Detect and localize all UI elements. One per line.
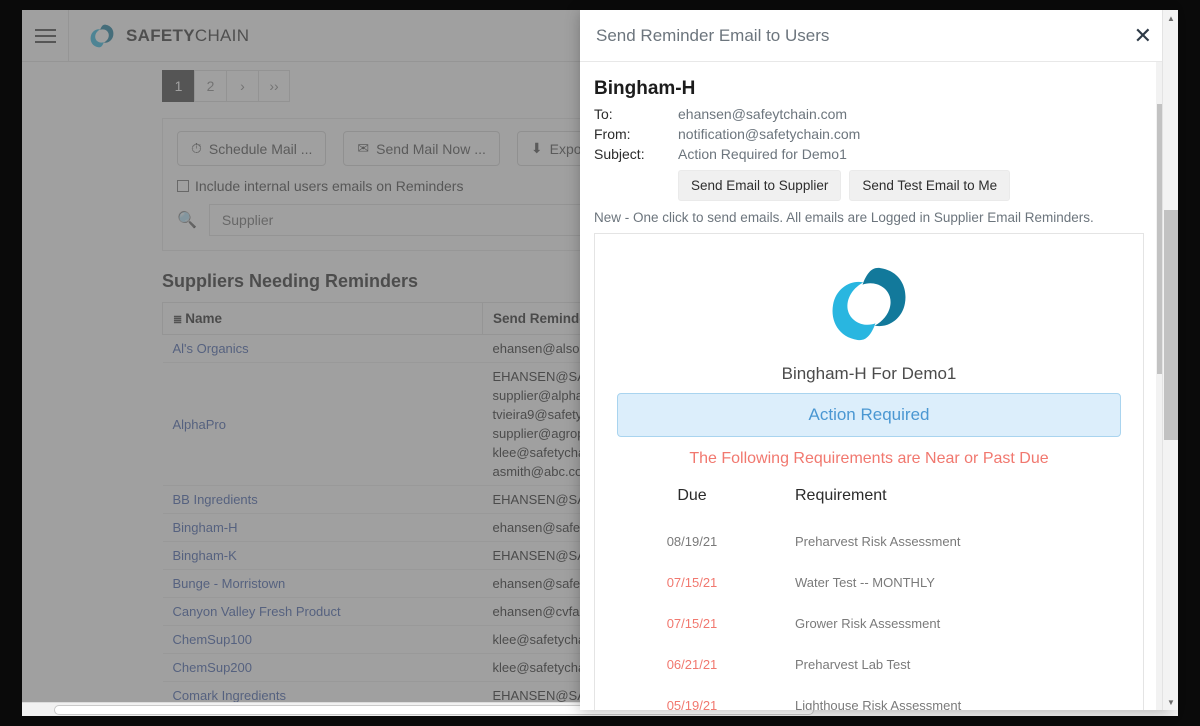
- supplier-name-cell: Canyon Valley Fresh Product: [162, 597, 483, 626]
- close-icon[interactable]: ✕: [1134, 24, 1152, 47]
- requirement-row: 06/21/21 Preharvest Lab Test: [617, 644, 1121, 685]
- brand-logo[interactable]: SAFETYCHAIN: [69, 21, 249, 51]
- requirements-table: Due Requirement 08/19/21 Preharvest Risk …: [617, 486, 1121, 710]
- supplier-name-cell: Bingham-K: [162, 541, 483, 570]
- field-from-label: From:: [594, 126, 631, 142]
- field-subject: Subject: Action Required for Demo1: [594, 146, 1152, 162]
- include-internal-users-checkbox[interactable]: [177, 180, 189, 192]
- safetychain-logo-icon: [90, 24, 114, 47]
- scroll-down-arrow-icon[interactable]: ▼: [1163, 694, 1179, 710]
- requirement-name: Lighthouse Risk Assessment: [795, 698, 962, 710]
- brand-light: CHAIN: [194, 25, 250, 45]
- send-mail-now-label: Send Mail Now ...: [376, 140, 486, 157]
- page-vertical-scrollbar[interactable]: ▲ ▼: [1162, 10, 1178, 710]
- sort-icon: ≣: [173, 314, 183, 326]
- supplier-name-cell: ChemSup200: [162, 653, 483, 682]
- envelope-icon: ✉: [357, 140, 370, 156]
- preview-heading: Bingham-H For Demo1: [781, 364, 957, 383]
- modal-header: Send Reminder Email to Users ✕: [580, 10, 1170, 62]
- supplier-link[interactable]: Canyon Valley Fresh Product: [173, 604, 341, 619]
- requirement-due-date: 07/15/21: [666, 575, 718, 590]
- field-to: To: ehansen@safeytchain.com: [594, 106, 1152, 122]
- column-header-name-label: Name: [185, 311, 222, 326]
- field-to-value: ehansen@safeytchain.com: [678, 106, 848, 122]
- search-icon[interactable]: 🔍: [177, 210, 197, 230]
- supplier-name-cell: AlphaPro: [162, 362, 483, 486]
- requirement-due-date: 05/19/21: [666, 698, 718, 710]
- scroll-up-arrow-icon[interactable]: ▲: [1163, 10, 1179, 26]
- page-scrollbar-thumb[interactable]: [1164, 210, 1178, 440]
- supplier-name-cell: Bingham-H: [162, 513, 483, 542]
- supplier-name-cell: Bunge - Morristown: [162, 569, 483, 598]
- field-subject-value: Action Required for Demo1: [678, 146, 847, 162]
- supplier-name-cell: Al's Organics: [162, 334, 483, 363]
- field-from: From: notification@safetychain.com: [594, 126, 1152, 142]
- requirements-column-requirement: Requirement: [795, 487, 887, 504]
- supplier-link[interactable]: Al's Organics: [173, 341, 249, 356]
- column-header-name[interactable]: ≣ Name: [162, 302, 483, 335]
- supplier-link[interactable]: AlphaPro: [173, 417, 226, 432]
- brand-bold: SAFETY: [126, 25, 195, 45]
- schedule-mail-label: Schedule Mail ...: [208, 140, 313, 157]
- requirement-due-date: 07/15/21: [666, 616, 718, 631]
- requirement-due-date: 06/21/21: [666, 657, 718, 672]
- modal-body: Bingham-H To: ehansen@safeytchain.com Fr…: [580, 62, 1170, 710]
- hamburger-icon[interactable]: [22, 10, 68, 62]
- requirements-table-body: 08/19/21 Preharvest Risk Assessment 07/15/…: [617, 521, 1121, 710]
- supplier-link[interactable]: Bingham-K: [173, 548, 237, 563]
- send-email-to-supplier-button[interactable]: Send Email to Supplier: [678, 170, 842, 201]
- requirements-table-head: Due Requirement: [617, 486, 1121, 521]
- supplier-link[interactable]: Comark Ingredients: [173, 688, 286, 703]
- modal-title: Send Reminder Email to Users: [596, 25, 830, 45]
- requirement-row: 05/19/21 Lighthouse Risk Assessment: [617, 685, 1121, 710]
- requirement-due-date: 08/19/21: [666, 534, 718, 549]
- requirement-name: Preharvest Lab Test: [795, 657, 911, 672]
- supplier-name-cell: ChemSup100: [162, 625, 483, 654]
- requirements-header-row: Due Requirement: [617, 486, 1121, 521]
- send-test-email-to-me-button[interactable]: Send Test Email to Me: [849, 170, 1011, 201]
- requirements-column-due: Due: [677, 487, 707, 504]
- preview-alert-banner: Action Required: [617, 393, 1121, 437]
- modal-button-row: Send Email to Supplier Send Test Email t…: [678, 170, 1152, 201]
- page-last-button[interactable]: ››: [258, 70, 290, 102]
- supplier-link[interactable]: ChemSup100: [173, 632, 253, 647]
- send-mail-now-button[interactable]: ✉ Send Mail Now ...: [343, 131, 500, 166]
- field-subject-label: Subject:: [594, 146, 645, 162]
- safetychain-logo-icon: [832, 267, 906, 341]
- supplier-link[interactable]: Bunge - Morristown: [173, 576, 286, 591]
- preview-subheading: The Following Requirements are Near or P…: [689, 450, 1049, 467]
- preview-logo: [617, 258, 1121, 350]
- requirement-name: Water Test -- MONTHLY: [795, 575, 935, 590]
- requirement-name: Grower Risk Assessment: [795, 616, 941, 631]
- send-reminder-modal: Send Reminder Email to Users ✕ Bingham-H…: [580, 10, 1170, 710]
- page-1-button[interactable]: 1: [162, 70, 194, 102]
- modal-note: New - One click to send emails. All emai…: [594, 210, 1094, 225]
- download-icon: ⬇: [530, 140, 543, 156]
- page-2-button[interactable]: 2: [194, 70, 226, 102]
- page-next-button[interactable]: ›: [226, 70, 258, 102]
- screenshot-root: SAFETYCHAIN 1 2 › ›› ⏱ Schedule Mail ...…: [0, 0, 1200, 726]
- requirement-row: 08/19/21 Preharvest Risk Assessment: [617, 521, 1121, 562]
- requirement-row: 07/15/21 Grower Risk Assessment: [617, 603, 1121, 644]
- modal-supplier-name: Bingham-H: [594, 78, 696, 99]
- email-preview-panel: Bingham-H For Demo1 Action Required The …: [594, 233, 1144, 710]
- schedule-mail-button[interactable]: ⏱ Schedule Mail ...: [177, 131, 327, 166]
- supplier-link[interactable]: BB Ingredients: [173, 492, 258, 507]
- requirement-name: Preharvest Risk Assessment: [795, 534, 961, 549]
- supplier-link[interactable]: Bingham-H: [173, 520, 238, 535]
- supplier-link[interactable]: ChemSup200: [173, 660, 253, 675]
- clock-icon: ⏱: [191, 140, 202, 156]
- requirement-row: 07/15/21 Water Test -- MONTHLY: [617, 562, 1121, 603]
- field-from-value: notification@safetychain.com: [678, 126, 861, 142]
- supplier-name-cell: BB Ingredients: [162, 485, 483, 514]
- include-internal-users-label: Include internal users emails on Reminde…: [195, 178, 464, 194]
- brand-text: SAFETYCHAIN: [126, 26, 249, 46]
- field-to-label: To:: [594, 106, 613, 122]
